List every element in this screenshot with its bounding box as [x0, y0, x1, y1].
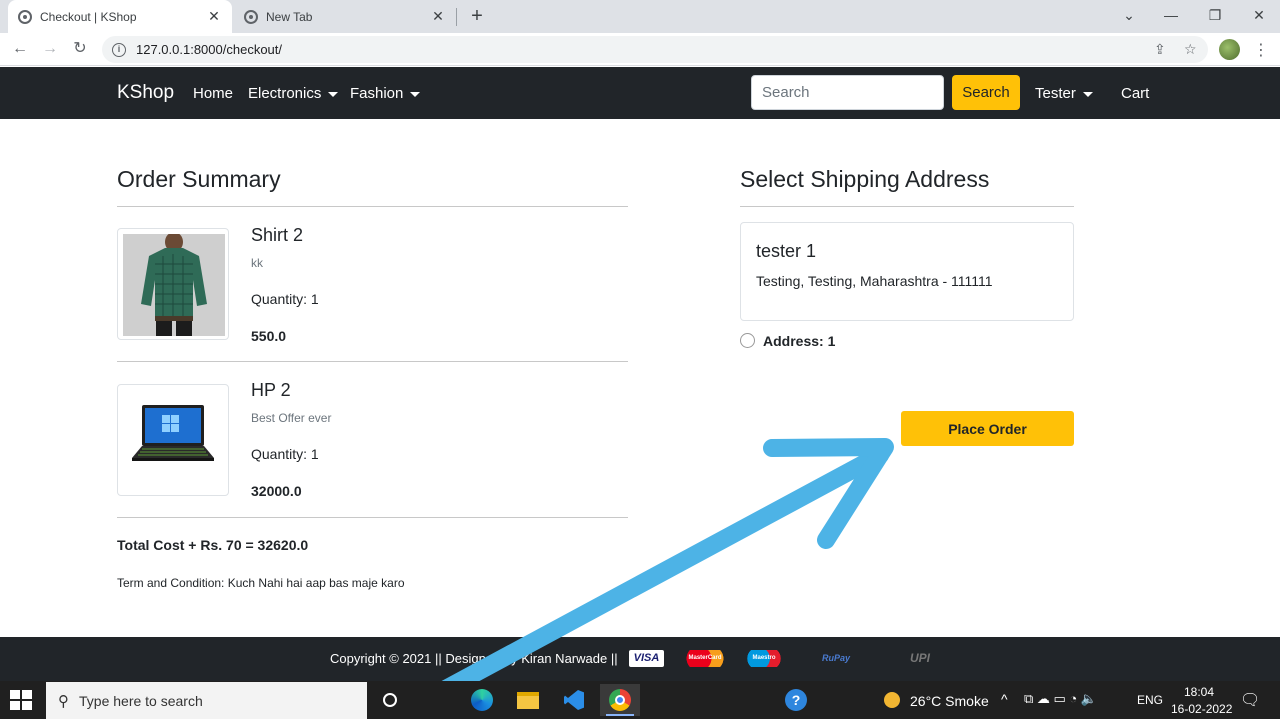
- back-icon[interactable]: ←: [8, 37, 32, 61]
- nav-fashion-label: Fashion: [350, 85, 404, 102]
- shirt-image: [123, 234, 225, 336]
- search-button[interactable]: Search: [952, 75, 1020, 110]
- file-explorer-icon[interactable]: [508, 684, 548, 716]
- visa-logo: VISA: [629, 650, 664, 667]
- site-footer: Copyright © 2021 || Designed by Kiran Na…: [0, 637, 1280, 681]
- divider: [117, 206, 628, 207]
- nav-cart-label: Cart: [1121, 85, 1150, 102]
- tab-new-tab[interactable]: New Tab ✕: [234, 0, 456, 33]
- reload-icon[interactable]: ↻: [68, 37, 92, 61]
- footer-copyright: Copyright © 2021 || Designed by Kiran Na…: [330, 651, 618, 666]
- windows-start-icon[interactable]: [10, 690, 32, 710]
- address-name: tester 1: [756, 241, 817, 261]
- divider: [117, 517, 628, 518]
- menu-kebab-icon[interactable]: ⋮: [1253, 40, 1269, 60]
- vscode-icon[interactable]: [554, 684, 594, 716]
- chevron-up-icon[interactable]: ^: [1001, 691, 1008, 707]
- search-input[interactable]: [751, 75, 944, 110]
- new-tab-button[interactable]: +: [466, 4, 488, 28]
- shipping-title: Select Shipping Address: [740, 166, 990, 192]
- nav-user-label: Tester: [1035, 85, 1076, 102]
- language-indicator[interactable]: ENG: [1137, 693, 1163, 707]
- address-radio-label[interactable]: Address: 1: [763, 333, 835, 349]
- place-order-button[interactable]: Place Order: [901, 411, 1074, 446]
- clock-time[interactable]: 18:04: [1184, 685, 1214, 699]
- chrome-icon[interactable]: [600, 684, 640, 716]
- nav-cart[interactable]: Cart: [1121, 85, 1149, 102]
- minimize-icon[interactable]: —: [1160, 4, 1182, 26]
- address-bar: ← → ↻ i 127.0.0.1:8000/checkout/ ⇪ ☆: [0, 33, 1280, 66]
- nav-home[interactable]: Home: [193, 85, 233, 102]
- brand-logo[interactable]: KShop: [117, 82, 174, 104]
- address-card[interactable]: tester 1 Testing, Testing, Maharashtra -…: [740, 222, 1074, 321]
- product-quantity: Quantity: 1: [251, 291, 319, 307]
- divider: [117, 361, 628, 362]
- window-close-icon[interactable]: ✕: [1248, 4, 1270, 26]
- product-name: HP 2: [251, 380, 291, 400]
- browser-tab-bar: Checkout | KShop ✕ New Tab ✕ + ⌄ — ❐ ✕: [0, 0, 1280, 33]
- url-field[interactable]: i 127.0.0.1:8000/checkout/: [102, 36, 1208, 63]
- nav-fashion-dropdown[interactable]: Fashion: [350, 85, 421, 102]
- help-icon[interactable]: ?: [776, 684, 816, 716]
- caret-down-icon: [328, 91, 339, 97]
- clock-date[interactable]: 16-02-2022: [1171, 702, 1232, 716]
- url-text: 127.0.0.1:8000/checkout/: [136, 42, 283, 57]
- tab-divider: [456, 8, 457, 26]
- notification-icon[interactable]: 🗨: [1240, 690, 1260, 710]
- terms-text: Term and Condition: Kuch Nahi hai aap ba…: [117, 576, 405, 590]
- close-icon[interactable]: ✕: [430, 8, 446, 25]
- tab-search-icon[interactable]: ⌄: [1118, 4, 1140, 26]
- product-price: 32000.0: [251, 483, 302, 499]
- product-quantity: Quantity: 1: [251, 446, 319, 462]
- windows-taskbar: ⚲ Type here to search ? 26°C Smoke ^ ⧉ ☁…: [0, 681, 1280, 719]
- edge-browser-icon[interactable]: [462, 684, 502, 716]
- restore-icon[interactable]: ❐: [1204, 4, 1226, 26]
- laptop-illustration: [132, 405, 214, 461]
- nav-user-dropdown[interactable]: Tester: [1035, 85, 1093, 102]
- tab-title: Checkout | KShop: [40, 9, 137, 24]
- globe-icon: [244, 9, 258, 24]
- total-cost: Total Cost + Rs. 70 = 32620.0: [117, 537, 309, 553]
- nav-electronics-dropdown[interactable]: Electronics: [248, 85, 339, 102]
- nav-home-label: Home: [193, 85, 234, 102]
- share-icon[interactable]: ⇪: [1154, 41, 1166, 58]
- tray-icons[interactable]: ⧉ ☁ ▭ ◔ 🔈: [1024, 691, 1097, 707]
- rupay-logo: RuPay: [821, 653, 850, 663]
- info-icon[interactable]: i: [112, 42, 126, 57]
- task-view-icon[interactable]: [370, 684, 410, 716]
- close-icon[interactable]: ✕: [206, 8, 222, 25]
- taskbar-search-placeholder: Type here to search: [79, 692, 203, 709]
- tab-checkout[interactable]: Checkout | KShop ✕: [8, 0, 232, 33]
- product-description: Best Offer ever: [251, 411, 332, 425]
- bookmark-star-icon[interactable]: ☆: [1184, 41, 1197, 58]
- mastercard-logo: MasterCard: [685, 650, 725, 667]
- product-image-laptop[interactable]: [117, 384, 229, 496]
- profile-avatar[interactable]: [1219, 39, 1240, 60]
- taskbar-search-field[interactable]: ⚲ Type here to search: [46, 682, 367, 719]
- product-image-shirt[interactable]: [117, 228, 229, 340]
- caret-down-icon: [1082, 91, 1093, 97]
- address-line: Testing, Testing, Maharashtra - 111111: [756, 273, 993, 289]
- product-description: kk: [251, 256, 263, 270]
- product-price: 550.0: [251, 328, 287, 344]
- search-icon: ⚲: [58, 692, 69, 710]
- upi-logo: UPI: [909, 651, 930, 665]
- maestro-logo: Maestro: [746, 650, 782, 667]
- tab-title: New Tab: [266, 9, 313, 24]
- divider: [740, 206, 1074, 207]
- product-name: Shirt 2: [251, 225, 304, 245]
- site-navbar: KShop Home Electronics Fashion Search Te…: [0, 67, 1280, 119]
- nav-electronics-label: Electronics: [248, 85, 322, 102]
- order-summary-title: Order Summary: [117, 166, 281, 192]
- caret-down-icon: [410, 91, 421, 97]
- weather-text[interactable]: 26°C Smoke: [910, 693, 989, 709]
- forward-icon[interactable]: →: [38, 37, 62, 61]
- shirt-illustration: [123, 234, 225, 336]
- address-radio[interactable]: [740, 333, 755, 348]
- weather-icon: [884, 692, 900, 708]
- globe-icon: [18, 9, 32, 24]
